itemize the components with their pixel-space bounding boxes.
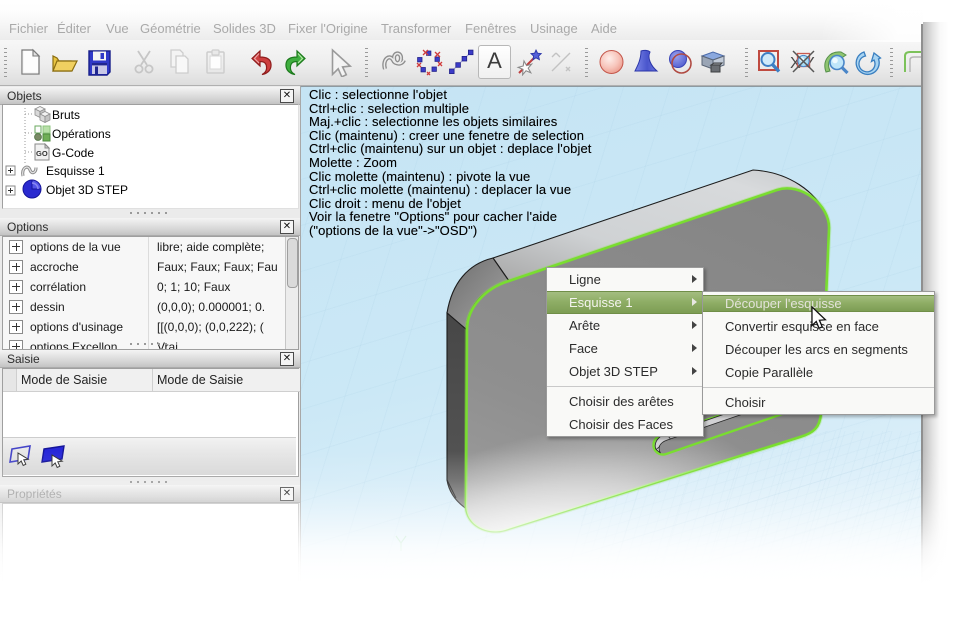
svg-text:GO: GO bbox=[36, 149, 48, 158]
